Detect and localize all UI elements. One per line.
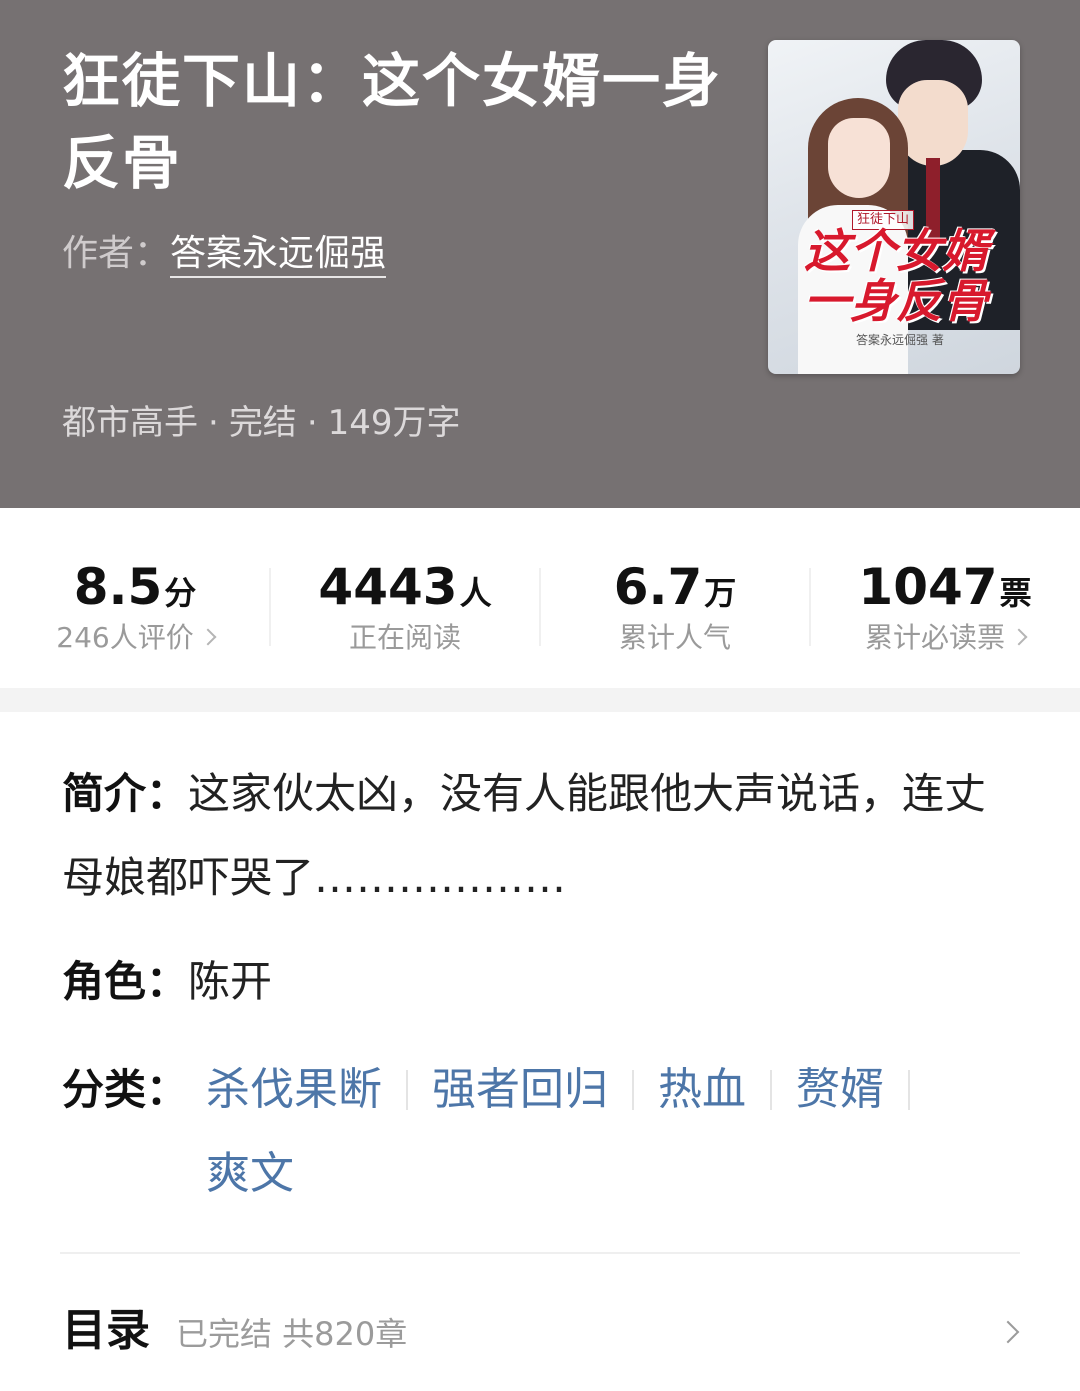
category-row: 分类： 杀伐果断 强者回归 热血 赘婿 爽文 <box>62 1048 1022 1199</box>
status-label: 完结 <box>228 403 297 443</box>
category-tags: 杀伐果断 强者回归 热血 赘婿爽文 <box>206 1048 1026 1216</box>
chevron-right-icon <box>996 1320 1020 1344</box>
toc-status: 已完结 共820章 <box>176 1315 408 1353</box>
role-row: 角色：陈开 <box>62 940 1022 1024</box>
author-prefix: 作者： <box>62 233 171 274</box>
meta-separator: · <box>208 403 219 443</box>
word-count-label: 149万字 <box>327 403 461 443</box>
cover-art-woman-face <box>828 118 890 198</box>
tag-divider <box>908 1070 910 1110</box>
chevron-right-icon <box>1010 628 1028 646</box>
category-tag[interactable]: 爽文 <box>206 1135 294 1213</box>
book-meta: 都市高手 · 完结 · 149万字 <box>62 400 461 446</box>
cover-art-man-face <box>898 80 968 166</box>
meta-separator: · <box>306 403 318 443</box>
category-tag[interactable]: 杀伐果断 <box>206 1051 382 1129</box>
stat-reading-label: 正在阅读 <box>348 621 461 654</box>
stat-votes-label: 累计必读票 <box>810 620 1080 656</box>
genre-label[interactable]: 都市高手 <box>62 403 198 443</box>
tag-divider <box>632 1070 634 1110</box>
stat-reading: 4443人 正在阅读 <box>270 558 540 656</box>
intro-key: 简介： <box>62 769 189 818</box>
stat-reading-value: 4443人 <box>318 558 492 616</box>
role-value: 陈开 <box>188 957 273 1006</box>
category-key: 分类： <box>62 1065 189 1114</box>
stat-popularity-value: 6.7万 <box>613 558 737 616</box>
book-header: 狂徒下山：这个女婿一身反骨 作者：答案永远倔强 都市高手 · 完结 · 149万字 狂徒… <box>0 0 1080 508</box>
stat-rating[interactable]: 8.5分 246人评价 <box>0 558 270 656</box>
book-cover[interactable]: 狂徒下山 这个女婿一身反骨 答案永远倔强 著 <box>768 40 1020 374</box>
stat-popularity-label: 累计人气 <box>618 621 731 654</box>
tag-divider <box>406 1070 408 1110</box>
toc-row[interactable]: 目录 已完结 共820章 <box>62 1302 1022 1362</box>
book-details: 简介：这家伙太凶，没有人能跟他大声说话，连丈母娘都吓哭了……………… 角色：陈开… <box>0 712 1080 1391</box>
category-tag[interactable]: 赘婿 <box>796 1051 884 1129</box>
author-link[interactable]: 答案永远倔强 <box>170 233 387 278</box>
stat-popularity: 6.7万 累计人气 <box>540 558 810 656</box>
section-gap <box>0 688 1080 712</box>
category-tag[interactable]: 热血 <box>658 1051 746 1129</box>
tag-divider <box>770 1070 772 1110</box>
role-key: 角色： <box>62 957 189 1006</box>
cover-author: 答案永远倔强 著 <box>856 333 944 347</box>
intro-row[interactable]: 简介：这家伙太凶，没有人能跟他大声说话，连丈母娘都吓哭了……………… <box>62 752 1022 920</box>
toc-title: 目录 <box>62 1305 150 1356</box>
stats-bar: 8.5分 246人评价 4443人 正在阅读 6.7万 累计人气 1047票 累… <box>0 508 1080 688</box>
intro-text: 这家伙太凶，没有人能跟他大声说话，连丈母娘都吓哭了……………… <box>62 769 987 902</box>
stat-rating-label: 246人评价 <box>0 620 270 656</box>
cover-title: 这个女婿一身反骨 <box>804 224 988 328</box>
chevron-right-icon <box>199 628 217 646</box>
stat-votes[interactable]: 1047票 累计必读票 <box>810 558 1080 656</box>
stat-votes-value: 1047票 <box>858 558 1032 616</box>
stat-rating-value: 8.5分 <box>73 558 197 616</box>
category-tag[interactable]: 强者回归 <box>432 1051 608 1129</box>
section-divider <box>60 1252 1020 1254</box>
author-line: 作者：答案永远倔强 <box>62 230 387 278</box>
book-title: 狂徒下山：这个女婿一身反骨 <box>62 47 723 197</box>
